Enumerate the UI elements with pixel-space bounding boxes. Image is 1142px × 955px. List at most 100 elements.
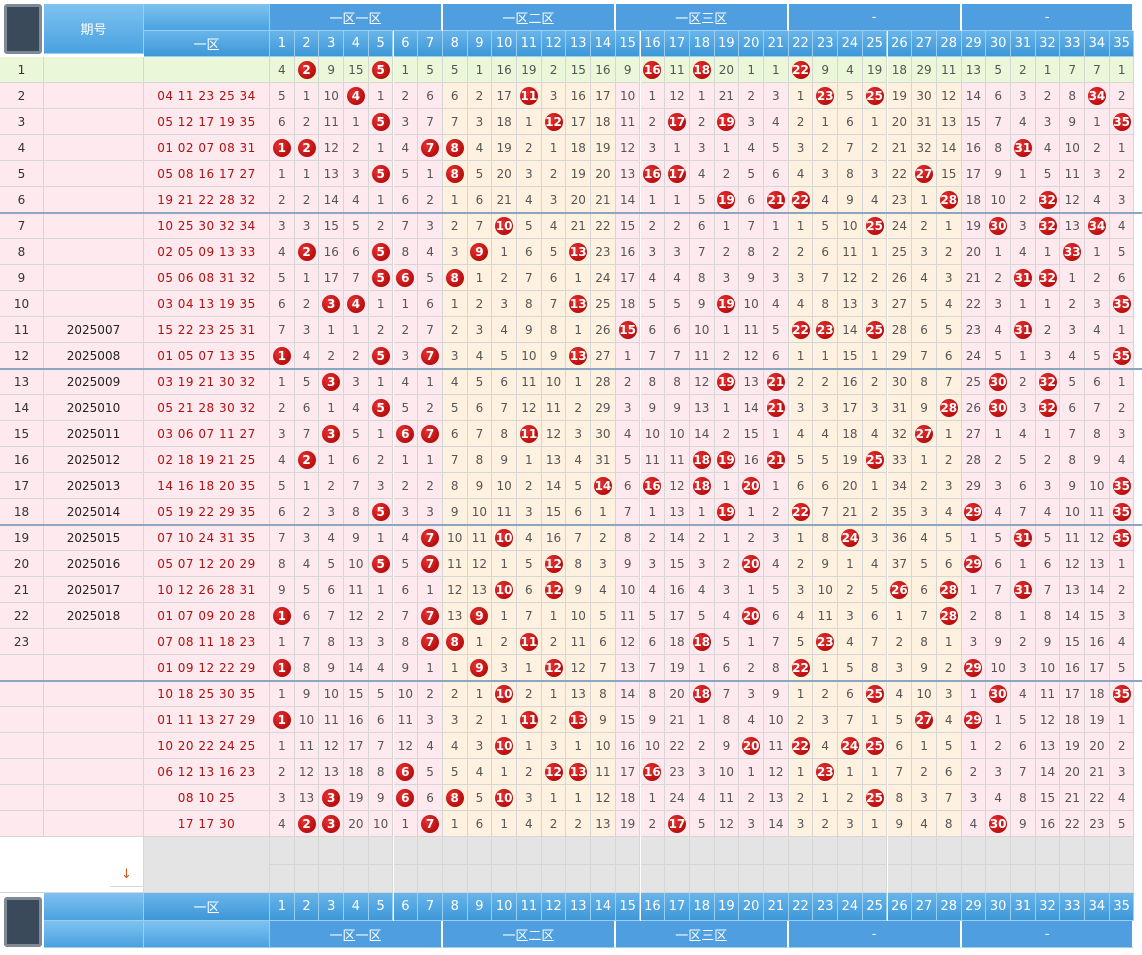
number-cell[interactable]: 14 — [689, 421, 715, 447]
number-cell[interactable]: 6 — [764, 161, 789, 187]
number-cell[interactable]: 5 — [1060, 369, 1086, 395]
number-cell[interactable]: 2 — [467, 291, 493, 317]
number-cell[interactable]: 5 — [813, 447, 839, 473]
number-cell[interactable]: 11 — [665, 447, 690, 473]
number-cell[interactable]: 2 — [418, 395, 443, 421]
number-cell[interactable]: 16 — [665, 577, 690, 603]
number-cell[interactable]: 4 — [517, 525, 542, 551]
number-cell[interactable]: 11 — [294, 733, 320, 759]
number-cell[interactable]: 13 — [1060, 577, 1086, 603]
number-cell[interactable]: 6 — [764, 343, 789, 369]
number-cell[interactable]: 6 — [640, 629, 666, 655]
number-cell[interactable]: 30 — [912, 83, 937, 109]
number-cell[interactable]: 6 — [393, 577, 419, 603]
number-cell[interactable]: 11 — [739, 317, 764, 343]
number-cell[interactable]: 3 — [1085, 291, 1110, 317]
number-cell[interactable]: 9 — [541, 343, 567, 369]
number-cell[interactable]: 23 — [591, 239, 616, 265]
number-cell[interactable]: 9 — [393, 655, 419, 681]
number-cell[interactable]: 29 — [961, 499, 987, 525]
number-cell[interactable]: 9 — [986, 161, 1011, 187]
number-cell[interactable]: 7 — [418, 343, 443, 369]
number-cell[interactable]: 4 — [764, 551, 789, 577]
number-cell[interactable]: 3 — [270, 785, 295, 811]
number-cell[interactable]: 16 — [319, 239, 345, 265]
number-cell[interactable]: 8 — [442, 135, 468, 161]
number-cell[interactable]: 15 — [615, 317, 641, 343]
number-cell[interactable]: 12 — [714, 811, 740, 837]
number-footer[interactable]: 16 — [640, 893, 666, 921]
number-cell[interactable]: 15 — [665, 551, 690, 577]
number-cell[interactable]: 2 — [838, 577, 863, 603]
number-cell[interactable]: 6 — [689, 213, 715, 239]
number-cell[interactable]: 3 — [936, 265, 962, 291]
number-cell[interactable]: 1 — [862, 239, 888, 265]
number-cell[interactable]: 11 — [764, 733, 789, 759]
number-cell[interactable]: 19 — [665, 655, 690, 681]
number-cell[interactable]: 6 — [788, 473, 814, 499]
number-cell[interactable]: 21 — [764, 447, 789, 473]
number-cell[interactable]: 24 — [591, 265, 616, 291]
number-cell[interactable]: 1 — [418, 369, 443, 395]
number-cell[interactable]: 1 — [368, 187, 394, 213]
number-cell[interactable]: 7 — [912, 343, 937, 369]
number-cell[interactable]: 8 — [739, 239, 764, 265]
number-cell[interactable]: 8 — [838, 161, 863, 187]
number-cell[interactable]: 3 — [813, 707, 839, 733]
number-cell[interactable]: 3 — [442, 343, 468, 369]
number-footer[interactable]: 20 — [739, 893, 764, 921]
number-cell[interactable]: 13 — [541, 447, 567, 473]
number-cell[interactable]: 7 — [418, 317, 443, 343]
number-cell[interactable]: 31 — [591, 447, 616, 473]
number-cell[interactable]: 4 — [615, 421, 641, 447]
number-cell[interactable]: 6 — [442, 421, 468, 447]
number-cell[interactable]: 22 — [1085, 785, 1110, 811]
number-footer[interactable]: 23 — [813, 893, 839, 921]
number-cell[interactable]: 2 — [294, 109, 320, 135]
number-cell[interactable]: 12 — [591, 785, 616, 811]
number-cell[interactable]: 9 — [739, 265, 764, 291]
number-cell[interactable]: 20 — [887, 109, 913, 135]
number-cell[interactable]: 7 — [270, 525, 295, 551]
number-header[interactable]: 19 — [714, 31, 740, 57]
number-cell[interactable]: 2 — [986, 447, 1011, 473]
number-cell[interactable]: 20 — [591, 161, 616, 187]
number-cell[interactable]: 15 — [344, 57, 369, 83]
number-cell[interactable]: 1 — [442, 811, 468, 837]
number-cell[interactable]: 7 — [517, 265, 542, 291]
number-cell[interactable]: 3 — [1035, 343, 1061, 369]
number-cell[interactable]: 1 — [936, 213, 962, 239]
number-cell[interactable]: 7 — [986, 577, 1011, 603]
number-cell[interactable]: 5 — [665, 291, 690, 317]
number-cell[interactable]: 6 — [838, 681, 863, 707]
number-cell[interactable]: 1 — [739, 759, 764, 785]
number-cell[interactable]: 2 — [640, 109, 666, 135]
number-cell[interactable]: 2 — [1011, 187, 1036, 213]
number-cell[interactable]: 14 — [665, 525, 690, 551]
number-cell[interactable]: 1 — [862, 811, 888, 837]
number-cell[interactable]: 1 — [714, 395, 740, 421]
number-cell[interactable]: 7 — [862, 629, 888, 655]
number-cell[interactable]: 3 — [1085, 161, 1110, 187]
number-cell[interactable]: 1 — [442, 187, 468, 213]
number-cell[interactable]: 21 — [961, 265, 987, 291]
number-cell[interactable]: 7 — [1085, 57, 1110, 83]
number-header[interactable]: 18 — [689, 31, 715, 57]
number-cell[interactable]: 2 — [467, 83, 493, 109]
number-cell[interactable]: 7 — [764, 629, 789, 655]
number-footer[interactable]: 5 — [368, 893, 394, 921]
number-cell[interactable]: 4 — [1011, 421, 1036, 447]
number-cell[interactable]: 2 — [294, 187, 320, 213]
number-cell[interactable]: 1 — [294, 265, 320, 291]
number-cell[interactable]: 2 — [640, 525, 666, 551]
number-cell[interactable]: 2 — [517, 135, 542, 161]
number-cell[interactable]: 21 — [714, 83, 740, 109]
number-cell[interactable]: 10 — [344, 551, 369, 577]
number-cell[interactable]: 7 — [418, 551, 443, 577]
number-cell[interactable]: 7 — [689, 239, 715, 265]
number-cell[interactable]: 7 — [393, 603, 419, 629]
number-cell[interactable]: 1 — [492, 707, 517, 733]
number-cell[interactable]: 13 — [615, 161, 641, 187]
number-footer[interactable]: 3 — [319, 893, 345, 921]
number-cell[interactable]: 13 — [1060, 213, 1086, 239]
